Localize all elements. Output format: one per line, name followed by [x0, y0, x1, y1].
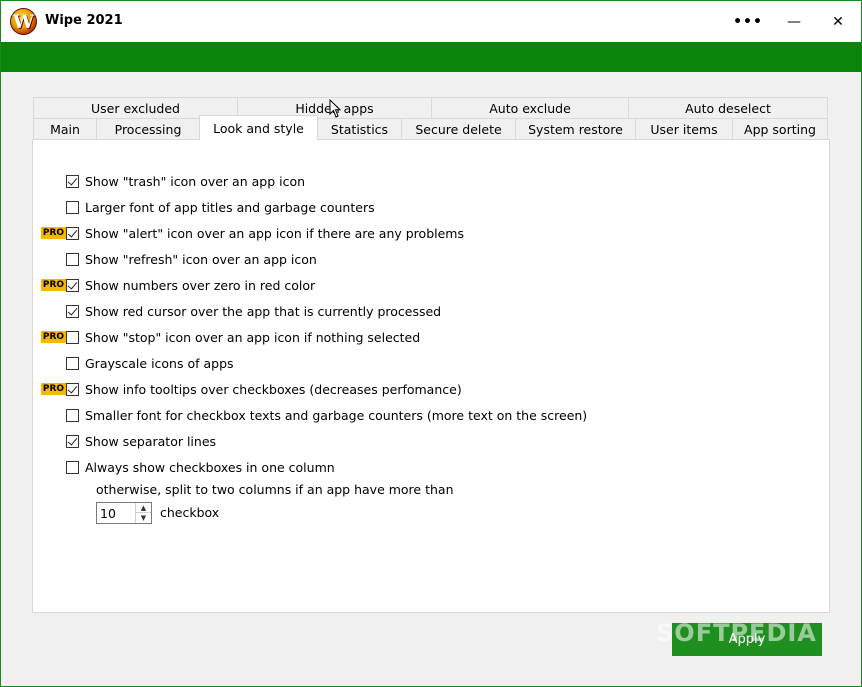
- option-row[interactable]: Larger font of app titles and garbage co…: [66, 198, 375, 216]
- tab-secure-delete[interactable]: Secure delete: [401, 118, 516, 139]
- option-row[interactable]: Smaller font for checkbox texts and garb…: [66, 406, 587, 424]
- option-checkbox[interactable]: [66, 252, 79, 266]
- option-row[interactable]: Show info tooltips over checkboxes (decr…: [66, 380, 462, 398]
- option-row[interactable]: Show red cursor over the app that is cur…: [66, 302, 441, 320]
- option-label: Larger font of app titles and garbage co…: [85, 199, 375, 215]
- tab-system-restore[interactable]: System restore: [515, 118, 636, 139]
- option-label: Grayscale icons of apps: [85, 355, 234, 371]
- option-checkbox[interactable]: [66, 304, 79, 318]
- look-and-style-panel: Show "trash" icon over an app icon Larger…: [32, 139, 830, 613]
- tab-app-sorting[interactable]: App sorting: [732, 118, 828, 139]
- column-threshold-value[interactable]: 10: [100, 506, 116, 521]
- tab-statistics[interactable]: Statistics: [317, 118, 402, 139]
- option-checkbox[interactable]: [66, 174, 79, 188]
- tab-look-and-style[interactable]: Look and style: [199, 115, 318, 140]
- option-label: Show "refresh" icon over an app icon: [85, 251, 317, 267]
- option-checkbox[interactable]: [66, 460, 79, 474]
- column-split-note: otherwise, split to two columns if an ap…: [96, 482, 454, 497]
- pro-badge: PRO: [41, 331, 66, 343]
- tab-processing[interactable]: Processing: [96, 118, 200, 139]
- option-label: Show "stop" icon over an app icon if not…: [85, 329, 421, 345]
- option-checkbox[interactable]: [66, 330, 79, 344]
- option-label: Always show checkboxes in one column: [85, 459, 335, 475]
- option-label: Smaller font for checkbox texts and garb…: [85, 407, 588, 423]
- tab-user-items[interactable]: User items: [635, 118, 733, 139]
- stepper-down-icon[interactable]: ▼: [136, 513, 151, 523]
- mouse-cursor-icon: [329, 99, 342, 118]
- option-checkbox[interactable]: [66, 278, 79, 292]
- stepper-buttons: ▲ ▼: [135, 503, 151, 523]
- option-label: Show numbers over zero in red color: [85, 277, 316, 293]
- option-label: Show red cursor over the app that is cur…: [85, 303, 442, 319]
- tab-main[interactable]: Main: [33, 118, 97, 139]
- pro-badge: PRO: [41, 279, 66, 291]
- option-label: Show "alert" icon over an app icon if th…: [85, 225, 464, 241]
- option-row[interactable]: Show "trash" icon over an app icon: [66, 172, 305, 190]
- option-label: Show "trash" icon over an app icon: [85, 173, 306, 189]
- option-row[interactable]: Always show checkboxes in one column: [66, 458, 335, 476]
- tab-auto-deselect[interactable]: Auto deselect: [628, 97, 828, 118]
- app-window: W Wipe 2021 ••• — ✕ User excluded Hidden…: [0, 0, 862, 687]
- title-bar: W Wipe 2021 ••• — ✕: [1, 1, 861, 42]
- option-row[interactable]: Show "refresh" icon over an app icon: [66, 250, 317, 268]
- pro-badge: PRO: [41, 227, 66, 239]
- option-checkbox[interactable]: [66, 356, 79, 370]
- stepper-up-icon[interactable]: ▲: [136, 503, 151, 513]
- minimize-button[interactable]: —: [771, 1, 817, 42]
- column-threshold-suffix: checkbox: [160, 505, 220, 520]
- option-checkbox[interactable]: [66, 226, 79, 240]
- column-threshold-stepper[interactable]: 10 ▲ ▼: [96, 502, 152, 524]
- option-row[interactable]: Show "alert" icon over an app icon if th…: [66, 224, 464, 242]
- option-checkbox[interactable]: [66, 200, 79, 214]
- wipe-logo-icon: W: [10, 8, 37, 35]
- option-checkbox[interactable]: [66, 434, 79, 448]
- header-bar: [1, 42, 861, 72]
- apply-button[interactable]: Apply: [672, 623, 822, 656]
- window-title: Wipe 2021: [45, 13, 123, 28]
- option-row[interactable]: Show separator lines: [66, 432, 216, 450]
- option-checkbox[interactable]: [66, 382, 79, 396]
- option-label: Show separator lines: [85, 433, 217, 449]
- pro-badge: PRO: [41, 383, 66, 395]
- option-row[interactable]: Show "stop" icon over an app icon if not…: [66, 328, 420, 346]
- option-checkbox[interactable]: [66, 408, 79, 422]
- option-row[interactable]: Grayscale icons of apps: [66, 354, 234, 372]
- option-label: Show info tooltips over checkboxes (decr…: [85, 381, 462, 397]
- tab-auto-exclude[interactable]: Auto exclude: [431, 97, 629, 118]
- more-options-button[interactable]: •••: [725, 1, 771, 42]
- option-row[interactable]: Show numbers over zero in red color: [66, 276, 315, 294]
- close-button[interactable]: ✕: [815, 1, 861, 42]
